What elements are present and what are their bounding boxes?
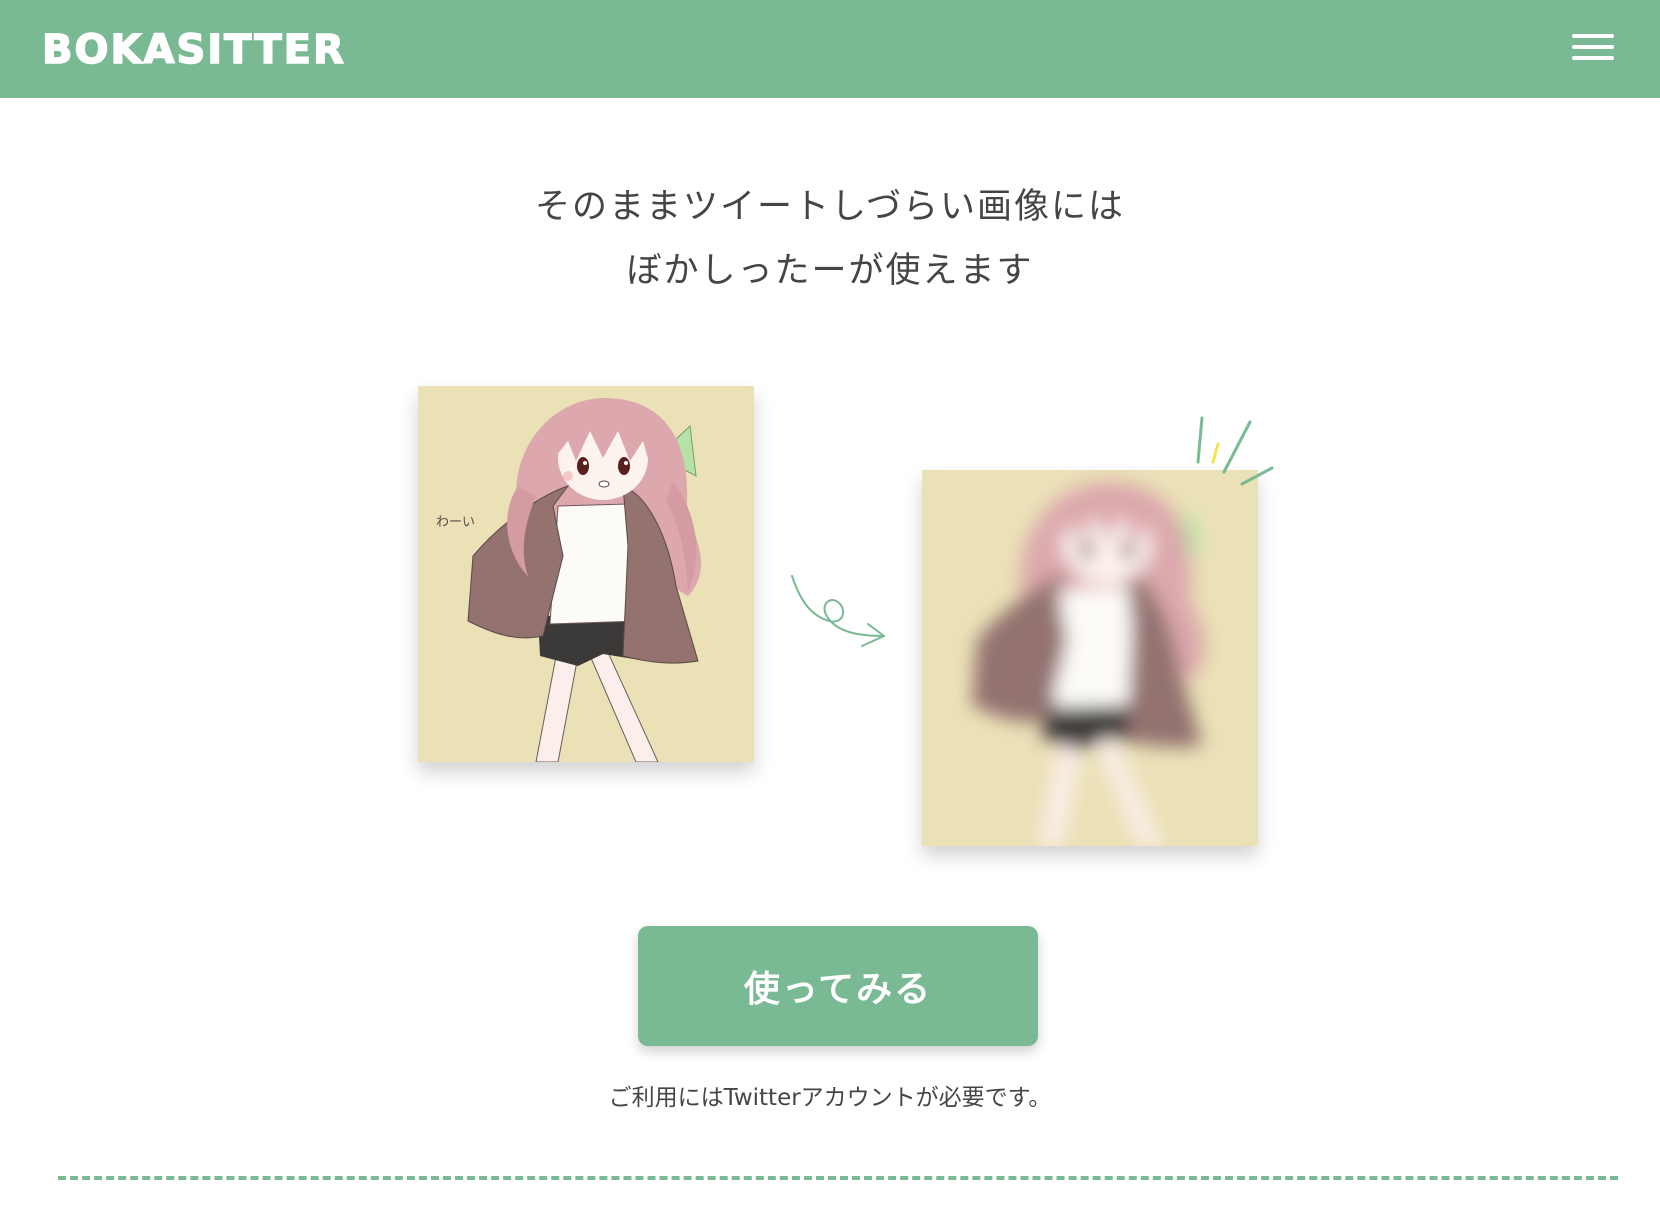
sparkle-lines-icon — [1196, 416, 1274, 486]
twitter-account-note: ご利用にはTwitterアカウントが必要です。 — [608, 1085, 1052, 1111]
try-it-button[interactable]: 使ってみる — [638, 926, 1038, 1046]
site-logo[interactable]: BOKASITTER — [41, 22, 346, 78]
original-illustration: わーい — [418, 386, 754, 762]
hero-headline-line1: そのままツイートしづらい画像には — [535, 187, 1125, 227]
curly-arrow-icon — [791, 575, 885, 647]
blurred-image-card — [922, 470, 1258, 846]
site-header: BOKASITTER — [0, 0, 1660, 98]
doodle-text: わーい — [436, 515, 475, 530]
dashed-divider — [58, 1176, 1618, 1180]
hero-headline-line2: ぼかしったーが使えます — [626, 251, 1034, 291]
hamburger-bar — [1572, 56, 1614, 60]
blurred-illustration — [922, 470, 1258, 846]
hamburger-bar — [1572, 45, 1614, 49]
original-image-card: わーい — [418, 386, 754, 762]
hero-headline: そのままツイートしづらい画像には ぼかしったーが使えます — [0, 175, 1660, 303]
hamburger-menu-icon[interactable] — [1572, 34, 1614, 64]
hamburger-bar — [1572, 34, 1614, 38]
